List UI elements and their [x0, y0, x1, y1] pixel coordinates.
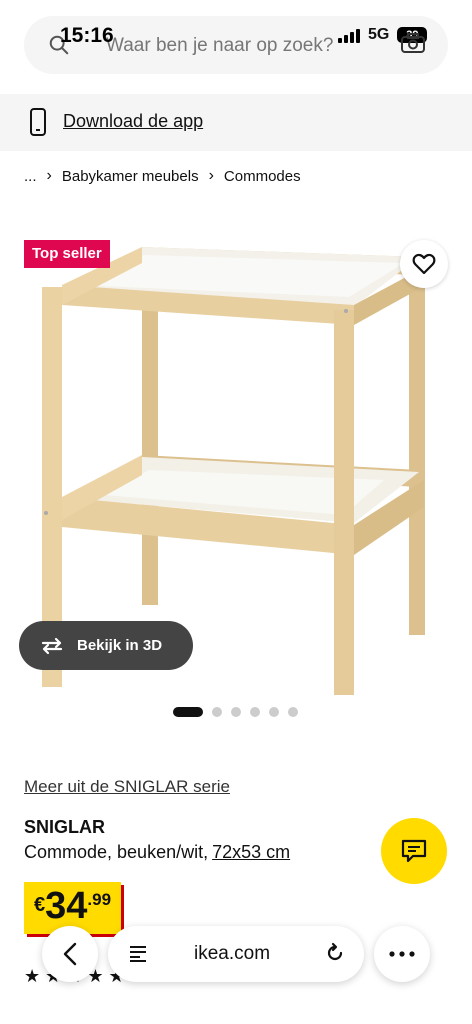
carousel-dot[interactable] [269, 707, 279, 717]
phone-icon [30, 108, 46, 136]
back-button[interactable] [42, 926, 98, 982]
product-size-link[interactable]: 72x53 cm [212, 842, 290, 862]
carousel-dot[interactable] [250, 707, 260, 717]
download-app-bar[interactable]: Download de app [0, 94, 472, 151]
more-dots-icon [389, 951, 415, 957]
carousel-dot-active[interactable] [173, 707, 203, 717]
chevron-right-icon: › [46, 167, 52, 184]
view-3d-label: Bekijk in 3D [77, 637, 163, 654]
chevron-left-icon [63, 942, 77, 966]
reader-mode-icon[interactable] [128, 943, 148, 963]
chat-icon [401, 839, 427, 863]
price-decimals: .99 [87, 890, 112, 909]
price-currency: € [34, 894, 46, 916]
heart-icon [412, 253, 436, 275]
download-app-link[interactable]: Download de app [63, 111, 203, 132]
breadcrumb-item-babykamer[interactable]: Babykamer meubels [62, 168, 199, 185]
product-name: SNIGLAR [24, 817, 105, 837]
camera-icon[interactable] [400, 32, 426, 54]
carousel-dots[interactable] [173, 707, 298, 717]
reload-icon[interactable] [324, 942, 346, 964]
rotate-3d-icon [41, 637, 63, 654]
carousel-dot[interactable] [231, 707, 241, 717]
product-description: Commode, beuken/wit, 72x53 cm [24, 842, 290, 863]
status-time: 15:16 [60, 24, 114, 47]
view-3d-button[interactable]: Bekijk in 3D [19, 621, 193, 670]
network-label: 5G [368, 26, 390, 43]
search-input[interactable]: Waar ben je naar op zoek? [106, 35, 333, 57]
more-button[interactable] [374, 926, 430, 982]
price-main: 34 [45, 885, 88, 927]
carousel-dot[interactable] [212, 707, 222, 717]
top-seller-badge: Top seller [24, 240, 110, 268]
chat-button[interactable] [381, 818, 447, 884]
address-bar[interactable]: ikea.com [108, 926, 364, 982]
carousel-dot[interactable] [288, 707, 298, 717]
url-text[interactable]: ikea.com [194, 943, 270, 965]
product-description-text: Commode, beuken/wit, [24, 842, 209, 862]
breadcrumb: ... › Babykamer meubels › Commodes [24, 167, 301, 185]
signal-icon [338, 27, 360, 43]
chevron-right-icon: › [208, 167, 214, 184]
breadcrumb-item-more[interactable]: ... [24, 168, 37, 185]
series-link[interactable]: Meer uit de SNIGLAR serie [24, 777, 230, 797]
favourite-button[interactable] [400, 240, 448, 288]
breadcrumb-item-commodes[interactable]: Commodes [224, 168, 301, 185]
